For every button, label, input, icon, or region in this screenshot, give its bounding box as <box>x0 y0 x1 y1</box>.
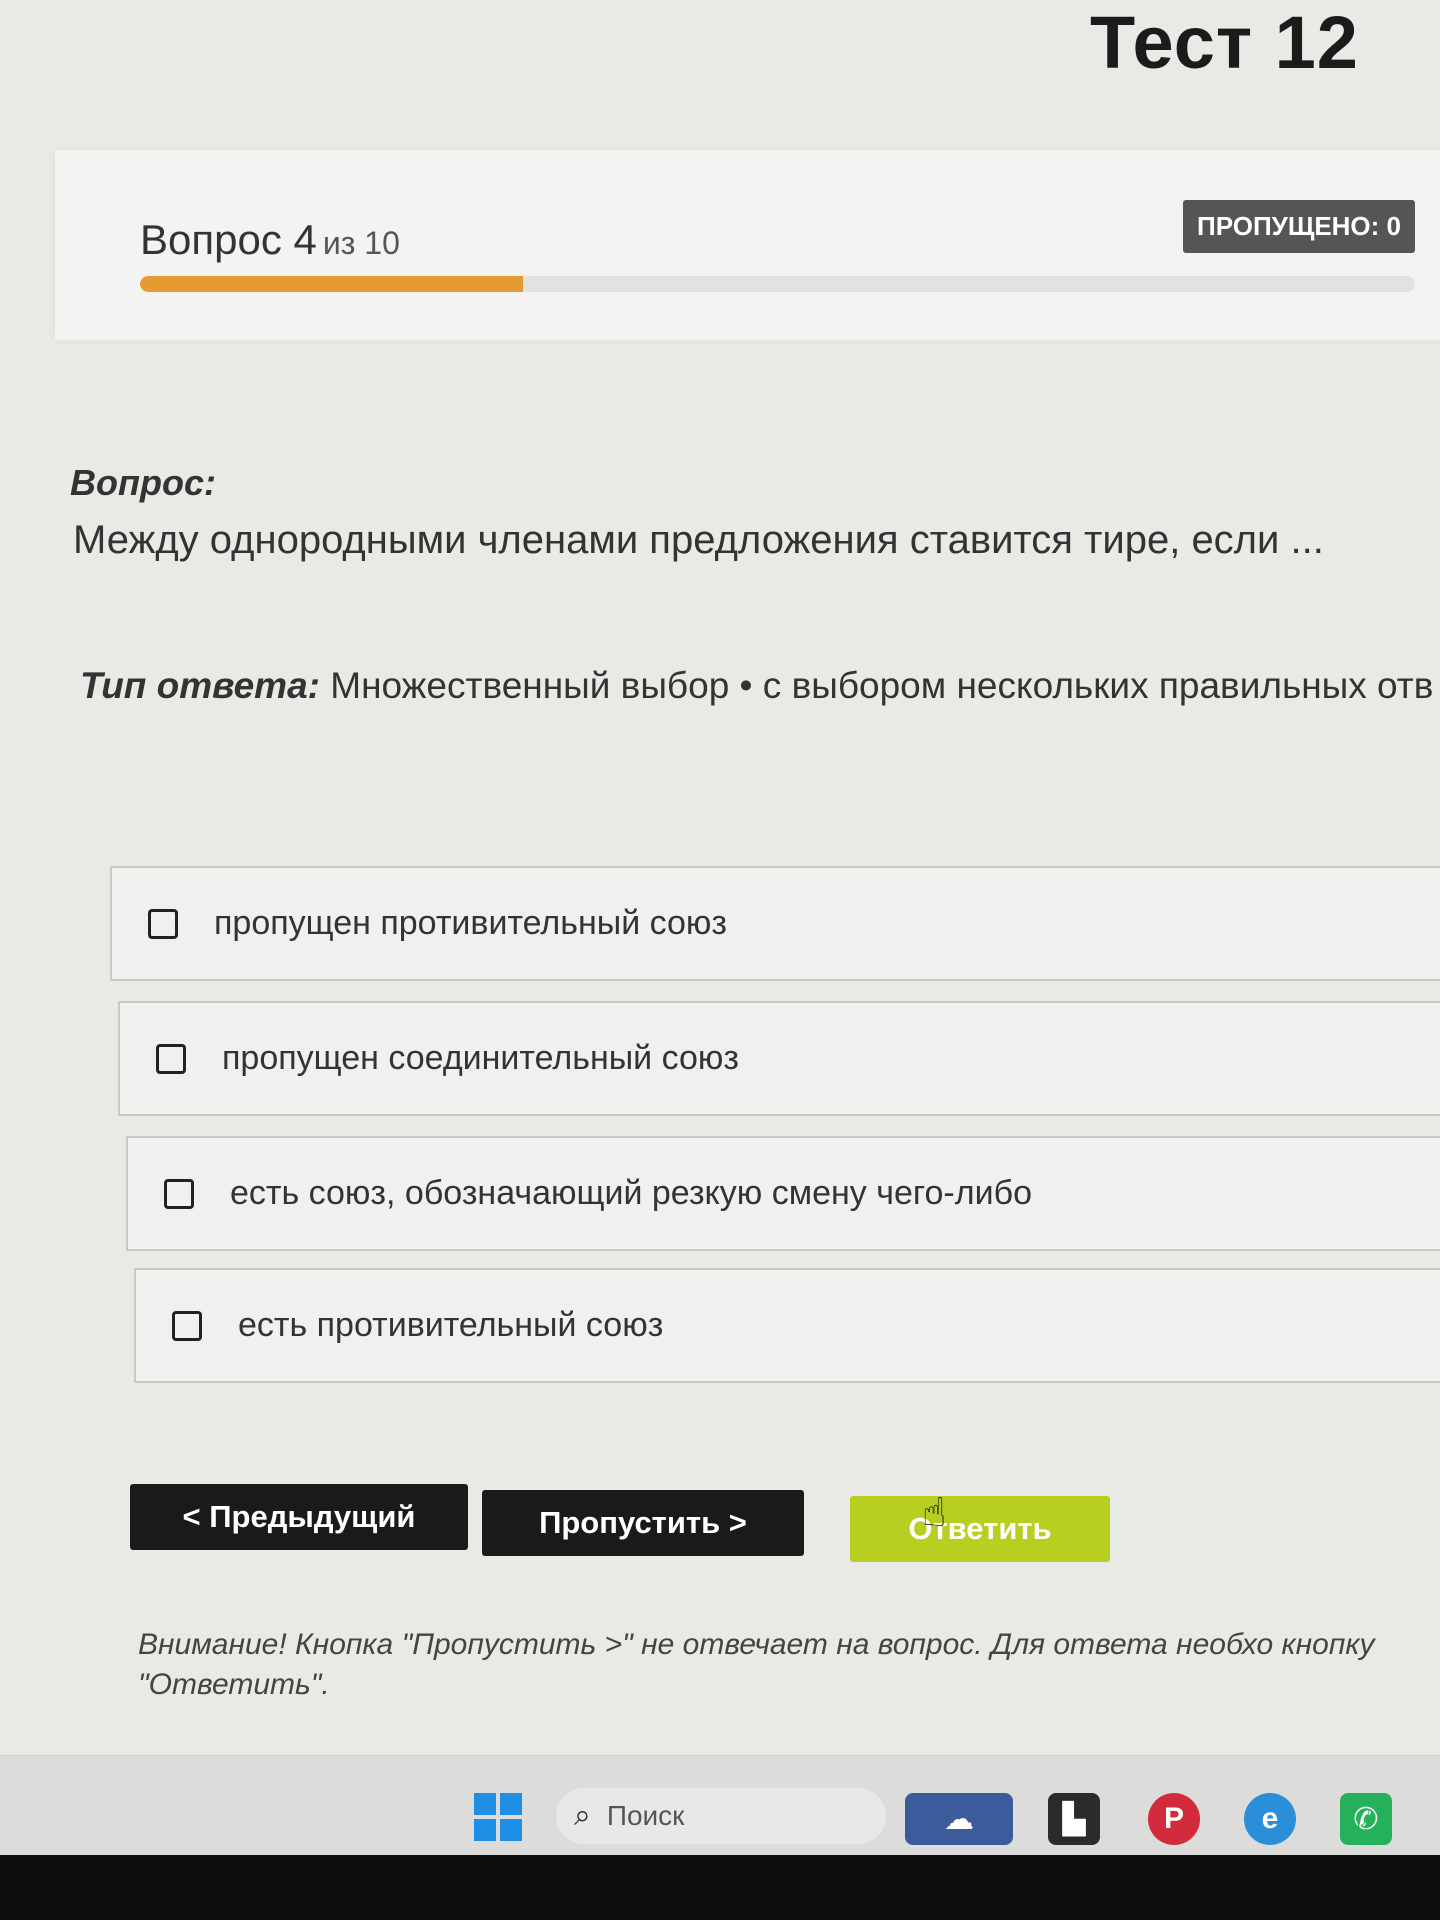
checkbox[interactable] <box>148 908 178 939</box>
skip-button[interactable]: Пропустить > <box>482 1490 804 1556</box>
option-text: пропущен соединительный союз <box>222 1039 739 1077</box>
answer-option-1[interactable]: пропущен противительный союз <box>110 866 1440 981</box>
question-label: Вопрос: <box>70 462 216 503</box>
taskbar: ⌕ Поиск ☁ ▙ P e ✆ <box>0 1755 1440 1856</box>
answer-type-label: Тип ответа: <box>80 665 320 706</box>
search-placeholder: Поиск <box>606 1800 685 1831</box>
whatsapp-icon[interactable]: ✆ <box>1340 1793 1392 1845</box>
option-text: есть противительный союз <box>238 1306 664 1344</box>
edge-icon[interactable]: e <box>1244 1793 1296 1845</box>
answer-type: Тип ответа: Множественный выбор • с выбо… <box>80 665 1433 707</box>
answer-option-2[interactable]: пропущен соединительный союз <box>118 1001 1440 1116</box>
checkbox[interactable] <box>172 1310 202 1341</box>
question-number: Вопрос 4 <box>140 216 317 263</box>
test-title: Тест 12 <box>1090 1 1359 84</box>
previous-button[interactable]: < Предыдущий <box>130 1484 468 1550</box>
hand-cursor-icon: ☝ <box>922 1491 947 1535</box>
option-text: пропущен противительный союз <box>214 904 728 942</box>
taskbar-search[interactable]: ⌕ Поиск <box>556 1788 886 1844</box>
question-text: Между однородными членами предложения ст… <box>73 518 1324 562</box>
progress-bar-fill <box>140 276 523 292</box>
screen-bezel <box>0 1855 1440 1920</box>
answer-button[interactable]: Ответить <box>850 1496 1110 1562</box>
widget-icon[interactable]: ☁ <box>905 1793 1013 1845</box>
skipped-badge: ПРОПУЩЕНО: 0 <box>1183 200 1415 253</box>
windows-start-icon[interactable] <box>474 1793 522 1841</box>
answer-type-value: Множественный выбор • с выбором нескольк… <box>330 665 1434 706</box>
question-counter: Вопрос 4 из 10 <box>140 216 400 264</box>
progress-bar <box>140 276 1415 292</box>
search-icon: ⌕ <box>574 1799 591 1832</box>
warning-note: Внимание! Кнопка "Пропустить >" не отвеч… <box>138 1628 1375 1701</box>
question-total: из 10 <box>322 225 400 261</box>
checkbox[interactable] <box>164 1178 194 1209</box>
answer-option-4[interactable]: есть противительный союз <box>134 1268 1440 1383</box>
pinterest-icon[interactable]: P <box>1148 1793 1200 1845</box>
option-text: есть союз, обозначающий резкую смену чег… <box>230 1174 1032 1212</box>
question-header-panel: Вопрос 4 из 10 ПРОПУЩЕНО: 0 <box>55 150 1440 340</box>
answer-option-3[interactable]: есть союз, обозначающий резкую смену чег… <box>126 1136 1440 1251</box>
checkbox[interactable] <box>156 1043 186 1074</box>
file-explorer-icon[interactable]: ▙ <box>1048 1793 1100 1845</box>
